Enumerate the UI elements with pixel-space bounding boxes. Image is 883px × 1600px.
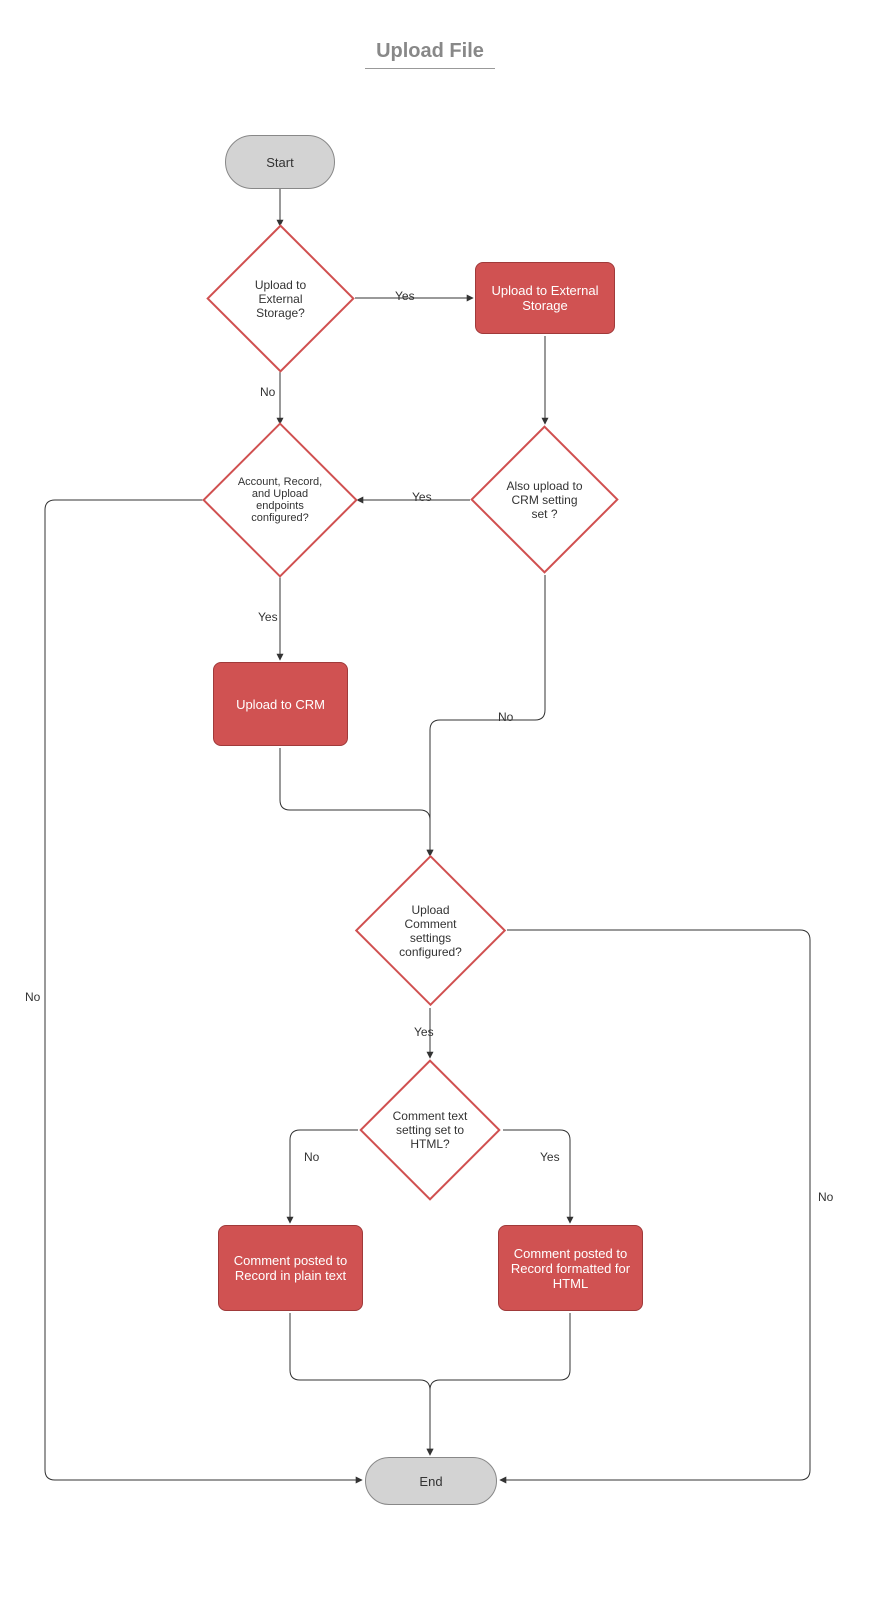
edge-ext-yes: Yes	[395, 289, 415, 303]
edge-html-no: No	[304, 1150, 319, 1164]
edge-endpoints-yes: Yes	[258, 610, 278, 624]
process-html-label: Comment posted to Record formatted for H…	[507, 1246, 634, 1291]
edge-commentcfg-yes: Yes	[414, 1025, 434, 1039]
decision-ext-storage: Upload to External Storage?	[228, 246, 333, 351]
process-html: Comment posted to Record formatted for H…	[498, 1225, 643, 1311]
process-upload-crm-label: Upload to CRM	[236, 697, 325, 712]
decision-endpoints-label: Account, Record, and Upload endpoints co…	[225, 445, 335, 555]
process-plain: Comment posted to Record in plain text	[218, 1225, 363, 1311]
process-ext-storage: Upload to External Storage	[475, 262, 615, 334]
start-label: Start	[266, 155, 293, 170]
edge-endpoints-no: No	[25, 990, 40, 1004]
start-node: Start	[225, 135, 335, 189]
edge-ext-no: No	[260, 385, 275, 399]
process-ext-storage-label: Upload to External Storage	[484, 283, 606, 313]
process-upload-crm: Upload to CRM	[213, 662, 348, 746]
decision-html-label: Comment text setting set to HTML?	[380, 1080, 480, 1180]
end-label: End	[419, 1474, 442, 1489]
edge-commentcfg-no: No	[818, 1190, 833, 1204]
decision-html: Comment text setting set to HTML?	[380, 1080, 480, 1180]
decision-comment-cfg-label: Upload Comment settings configured?	[377, 877, 484, 984]
decision-also-crm-label: Also upload to CRM setting set ?	[492, 447, 597, 552]
connectors-layer	[0, 0, 883, 1600]
flowchart-canvas: Upload File Start Upload to External Sto…	[0, 0, 883, 1600]
end-node: End	[365, 1457, 497, 1505]
decision-endpoints: Account, Record, and Upload endpoints co…	[225, 445, 335, 555]
edge-also-no: No	[498, 710, 513, 724]
edge-html-yes: Yes	[540, 1150, 560, 1164]
diagram-title: Upload File	[365, 40, 495, 69]
edge-also-yes: Yes	[412, 490, 432, 504]
decision-also-crm: Also upload to CRM setting set ?	[492, 447, 597, 552]
process-plain-label: Comment posted to Record in plain text	[227, 1253, 354, 1283]
decision-ext-storage-label: Upload to External Storage?	[228, 246, 333, 351]
decision-comment-cfg: Upload Comment settings configured?	[377, 877, 484, 984]
